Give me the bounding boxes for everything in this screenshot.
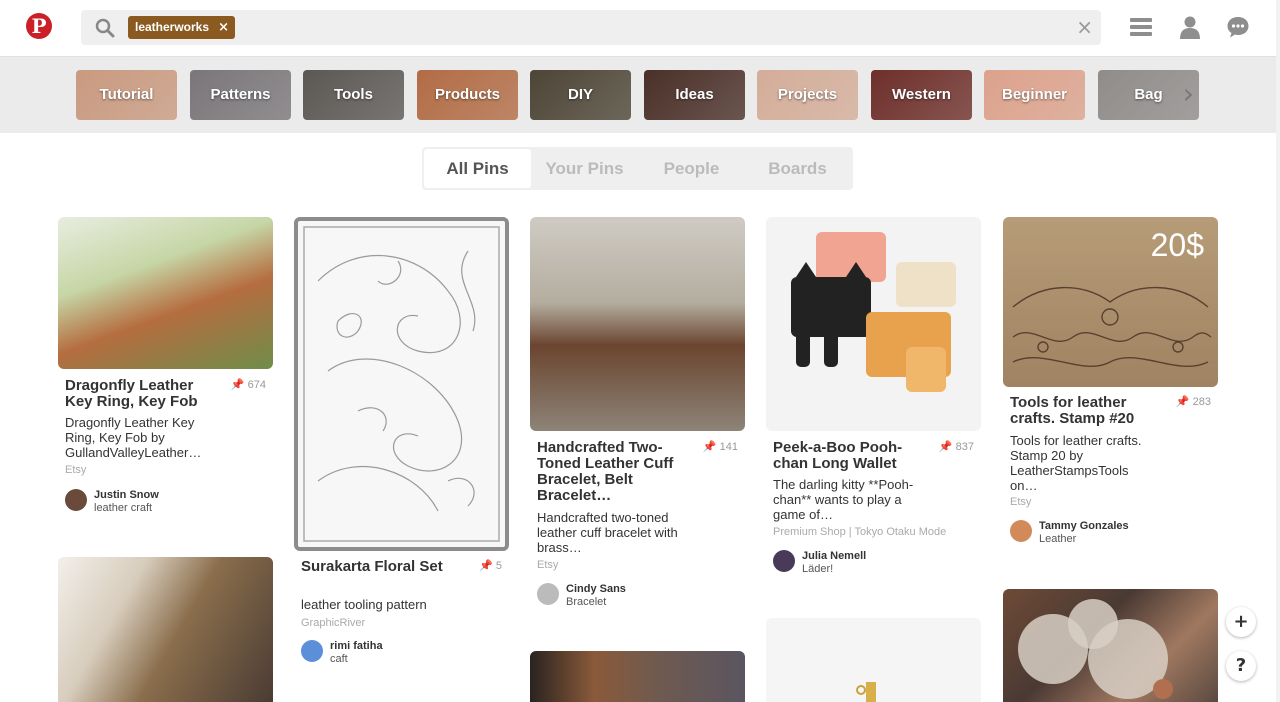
help-button[interactable]: ? <box>1226 651 1256 681</box>
clear-search-icon[interactable]: × <box>1076 17 1093 37</box>
pin-source[interactable]: Etsy <box>65 464 86 477</box>
pin-count: 📌 283 <box>1175 396 1211 408</box>
chevron-right-icon[interactable]: › <box>1183 79 1194 109</box>
guide-western[interactable]: Western <box>871 70 972 120</box>
pinterest-logo-icon[interactable] <box>26 13 52 39</box>
guide-tutorial[interactable]: Tutorial <box>76 70 177 120</box>
search-tag-label: leatherworks <box>135 20 210 34</box>
user-name[interactable]: Tammy Gonzales <box>1039 520 1129 532</box>
avatar[interactable] <box>773 550 795 572</box>
user-name[interactable]: Justin Snow <box>94 489 159 501</box>
pin-title[interactable]: Handcrafted Two-Toned Leather Cuff Brace… <box>537 440 697 504</box>
search-tag[interactable]: leatherworks × <box>128 16 236 39</box>
pin-count-value: 283 <box>1192 396 1211 408</box>
tab-boards[interactable]: Boards <box>744 149 851 188</box>
pin-count-value: 5 <box>495 560 502 572</box>
guide-patterns[interactable]: Patterns <box>190 70 291 120</box>
pin-image[interactable] <box>58 557 273 702</box>
pin-source[interactable]: Etsy <box>537 559 558 572</box>
pin-description: The darling kitty **Pooh-chan** wants to… <box>773 477 914 522</box>
user-name[interactable]: Julia Nemell <box>802 550 866 562</box>
menu-icon[interactable] <box>1129 15 1153 39</box>
pin-title[interactable]: Dragonfly Leather Key Ring, Key Fob <box>65 378 225 410</box>
pin-count-value: 837 <box>955 441 974 453</box>
price-overlay: 20$ <box>1150 227 1204 263</box>
avatar[interactable] <box>537 583 559 605</box>
pin-image[interactable] <box>530 217 745 431</box>
pin-count-value: 141 <box>719 441 738 453</box>
pin-title[interactable]: Tools for leather crafts. Stamp #20 <box>1010 395 1170 427</box>
pin-image[interactable] <box>766 217 981 431</box>
header: leatherworks × × <box>0 0 1280 57</box>
tab-all-pins[interactable]: All Pins <box>424 149 531 188</box>
board-name[interactable]: caft <box>330 653 348 665</box>
pin-count-value: 674 <box>247 379 266 391</box>
wallet-illustration <box>791 232 956 392</box>
pin-image[interactable]: 20$ <box>1003 217 1218 387</box>
pin-description: leather tooling pattern <box>301 597 427 612</box>
pin-title[interactable]: Peek-a-Boo Pooh-chan Long Wallet <box>773 440 933 472</box>
pin-image[interactable] <box>1003 589 1218 702</box>
pin-description: Dragonfly Leather Key Ring, Key Fob by G… <box>65 415 202 460</box>
pin-description: Handcrafted two-toned leather cuff brace… <box>537 510 678 555</box>
tab-your-pins[interactable]: Your Pins <box>531 149 638 188</box>
scrollbar[interactable] <box>1276 0 1280 702</box>
floral-pattern-illustration <box>303 226 500 542</box>
pin-image[interactable] <box>58 217 273 369</box>
stamp-pattern-illustration <box>1012 286 1212 367</box>
pin-count: 📌 674 <box>230 379 266 391</box>
pin-source[interactable]: Etsy <box>1010 496 1031 509</box>
search-bar[interactable]: leatherworks × × <box>81 10 1101 45</box>
guide-ideas[interactable]: Ideas <box>644 70 745 120</box>
search-icon <box>95 18 115 38</box>
guided-search-bar: Tutorial Patterns Tools Products DIY Ide… <box>0 57 1280 133</box>
pin-count: 📌 141 <box>702 441 738 453</box>
pin-count: 📌 5 <box>479 560 502 572</box>
guide-projects[interactable]: Projects <box>757 70 858 120</box>
pin-title[interactable]: Surakarta Floral Set <box>301 559 461 575</box>
pin-image[interactable] <box>766 618 981 702</box>
guide-tools[interactable]: Tools <box>303 70 404 120</box>
guide-products[interactable]: Products <box>417 70 518 120</box>
tag-remove-icon[interactable]: × <box>218 16 229 39</box>
add-pin-button[interactable]: + <box>1226 607 1256 637</box>
pin-filter-tabs: All Pins Your Pins People Boards <box>422 147 853 190</box>
pin-source[interactable]: GraphicRiver <box>301 617 365 630</box>
metal-template-illustration <box>1018 599 1173 699</box>
pin-image[interactable] <box>294 217 509 551</box>
avatar[interactable] <box>301 640 323 662</box>
tab-people[interactable]: People <box>638 149 745 188</box>
pin-source[interactable]: Premium Shop | Tokyo Otaku Mode <box>773 526 973 539</box>
board-name[interactable]: Läder! <box>802 563 833 575</box>
messages-icon[interactable] <box>1226 15 1250 39</box>
board-name[interactable]: leather craft <box>94 502 152 514</box>
profile-icon[interactable] <box>1178 15 1202 39</box>
pin-image[interactable] <box>530 651 745 702</box>
board-name[interactable]: Bracelet <box>566 596 606 608</box>
pin-description: Tools for leather crafts. Stamp 20 by Le… <box>1010 433 1142 493</box>
board-name[interactable]: Leather <box>1039 533 1076 545</box>
guide-diy[interactable]: DIY <box>530 70 631 120</box>
avatar[interactable] <box>1010 520 1032 542</box>
chain-illustration <box>856 682 876 702</box>
avatar[interactable] <box>65 489 87 511</box>
guide-beginner[interactable]: Beginner <box>984 70 1085 120</box>
pin-count: 📌 837 <box>938 441 974 453</box>
user-name[interactable]: Cindy Sans <box>566 583 626 595</box>
user-name[interactable]: rimi fatiha <box>330 640 383 652</box>
